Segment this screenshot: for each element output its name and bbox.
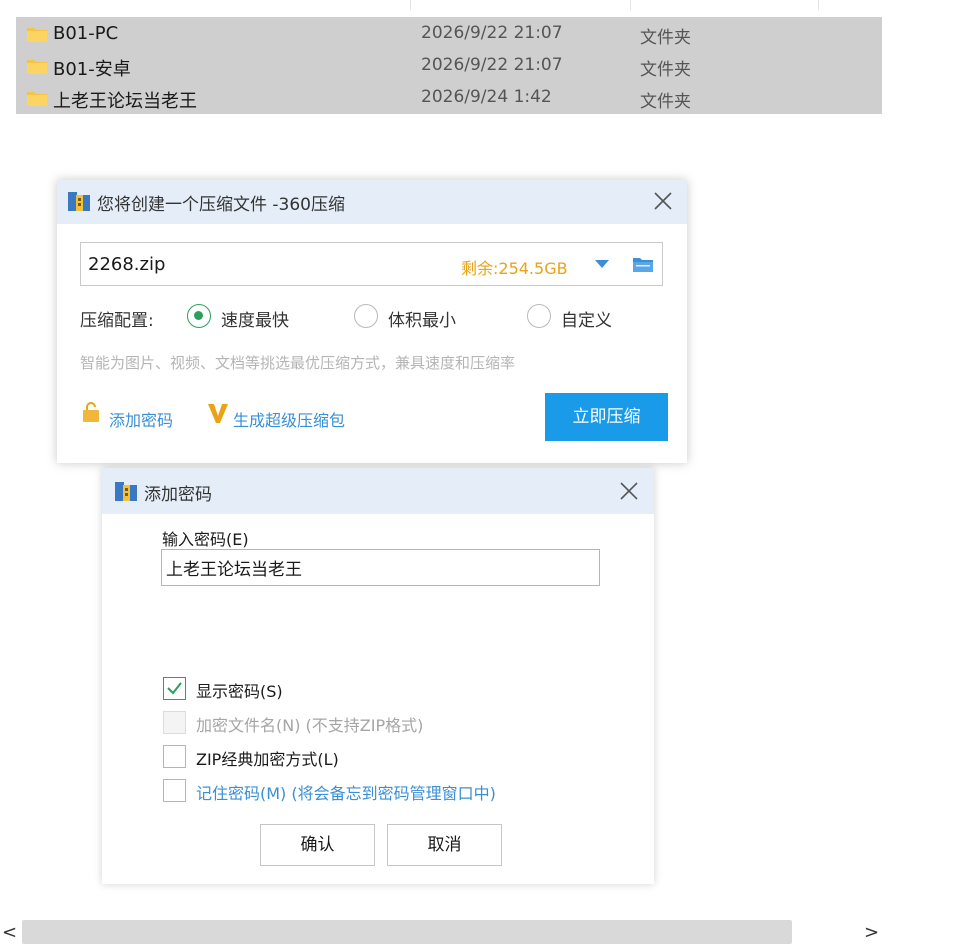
password-input[interactable]	[161, 549, 600, 586]
compress-dialog-titlebar[interactable]: 您将创建一个压缩文件 -360压缩	[57, 180, 687, 224]
file-type: 文件夹	[640, 60, 691, 80]
compress-dialog-title: 您将创建一个压缩文件 -360压缩	[97, 195, 345, 215]
filename-field[interactable]: 2268.zip 剩余:254.5GB	[80, 242, 663, 286]
cancel-button[interactable]: 取消	[387, 824, 502, 866]
radio-label: 速度最快	[221, 311, 289, 331]
file-type: 文件夹	[640, 92, 691, 112]
super-pack-link[interactable]: 生成超级压缩包	[233, 407, 345, 431]
file-row[interactable]: B01-PC 2026/9/22 21:07 文件夹	[16, 18, 882, 50]
browse-folder-icon[interactable]	[632, 255, 654, 273]
checkmark-icon	[167, 682, 182, 695]
checkbox-label: 记住密码(M) (将会备忘到密码管理窗口中)	[196, 784, 496, 803]
file-type: 文件夹	[640, 28, 691, 48]
horizontal-scrollbar[interactable]: < >	[0, 918, 960, 947]
radio-circle	[527, 304, 551, 328]
folder-icon	[27, 28, 47, 42]
column-divider	[630, 0, 631, 10]
column-divider	[410, 0, 411, 10]
filename-value: 2268.zip	[88, 254, 166, 275]
close-icon[interactable]	[653, 191, 673, 211]
file-row[interactable]: 上老王论坛当老王 2026/9/24 1:42 文件夹	[16, 82, 882, 114]
app-icon	[68, 192, 90, 211]
file-name: B01-PC	[53, 23, 119, 44]
radio-label: 体积最小	[388, 311, 456, 331]
radio-label: 自定义	[561, 311, 612, 331]
file-name: B01-安卓	[53, 59, 131, 80]
ok-button[interactable]: 确认	[260, 824, 375, 866]
checkbox-box	[163, 745, 186, 768]
radio-circle	[354, 304, 378, 328]
checkbox-label: 加密文件名(N) (不支持ZIP格式)	[196, 716, 424, 735]
add-password-link[interactable]: 添加密码	[109, 407, 173, 431]
close-icon[interactable]	[619, 481, 639, 501]
password-label: 输入密码(E)	[162, 530, 249, 549]
file-row[interactable]: B01-安卓 2026/9/22 21:07 文件夹	[16, 50, 882, 82]
file-date: 2026/9/24 1:42	[421, 87, 552, 107]
checkbox-box	[163, 779, 186, 802]
column-divider	[818, 0, 819, 10]
file-list: B01-PC 2026/9/22 21:07 文件夹 B01-安卓 2026/9…	[16, 17, 882, 114]
scrollbar-thumb[interactable]	[22, 920, 792, 944]
compress-hint: 智能为图片、视频、文档等挑选最优压缩方式，兼具速度和压缩率	[80, 354, 516, 372]
file-name: 上老王论坛当老王	[53, 91, 197, 112]
checkbox-box	[163, 711, 186, 734]
compress-now-button[interactable]: 立即压缩	[545, 393, 668, 441]
password-dialog: 添加密码 输入密码(E) 显示密码(S) 加密文件名(N) (不支持ZIP格式)…	[102, 468, 654, 884]
free-space-label: 剩余:254.5GB	[461, 259, 568, 278]
compress-dialog: 您将创建一个压缩文件 -360压缩 2268.zip 剩余:254.5GB 压缩…	[57, 180, 687, 463]
checkbox-box	[163, 677, 186, 700]
file-date: 2026/9/22 21:07	[421, 23, 563, 43]
radio-circle	[187, 304, 211, 328]
app-icon	[115, 482, 137, 501]
scroll-left-arrow[interactable]: <	[2, 922, 17, 943]
password-dialog-title: 添加密码	[144, 485, 212, 505]
v-icon	[208, 404, 228, 423]
scroll-right-arrow[interactable]: >	[864, 922, 879, 943]
folder-icon	[27, 60, 47, 74]
file-date: 2026/9/22 21:07	[421, 55, 563, 75]
password-dialog-titlebar[interactable]: 添加密码	[102, 468, 654, 514]
checkbox-label: 显示密码(S)	[196, 682, 283, 701]
lock-icon	[83, 402, 99, 422]
config-label: 压缩配置:	[80, 311, 154, 331]
folder-icon	[27, 92, 47, 106]
dropdown-arrow-icon[interactable]	[593, 258, 611, 270]
checkbox-label: ZIP经典加密方式(L)	[196, 750, 339, 769]
